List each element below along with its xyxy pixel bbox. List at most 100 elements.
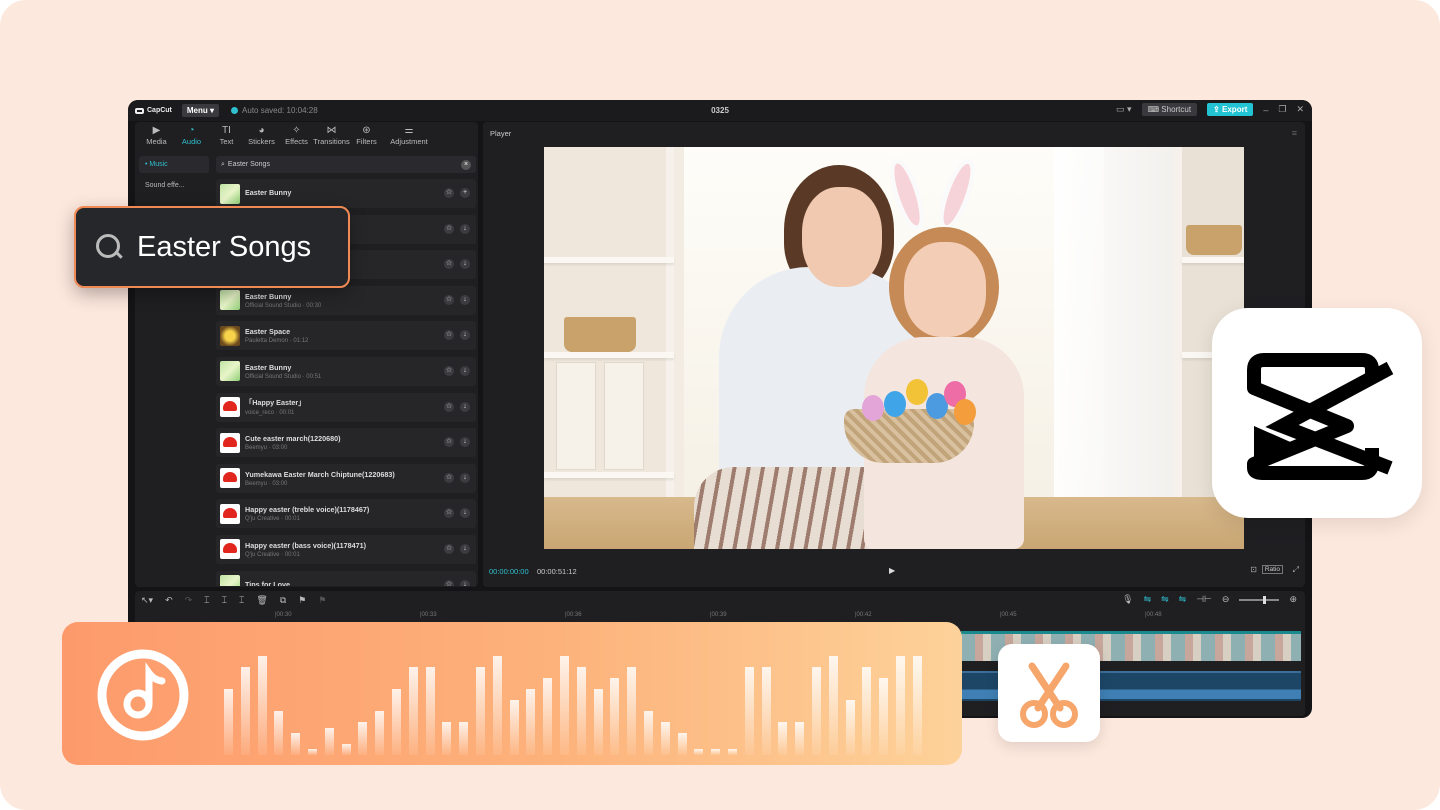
- player-menu-icon[interactable]: ≡: [1292, 128, 1297, 138]
- song-item[interactable]: Happy easter (bass voice)(1178471) Q'ju C…: [216, 534, 476, 564]
- favorite-icon[interactable]: ☆: [444, 437, 454, 448]
- download-icon[interactable]: ↓: [460, 294, 470, 305]
- waveform-bar: [728, 749, 737, 755]
- split-icon[interactable]: ⌶: [204, 595, 209, 606]
- favorite-icon[interactable]: ☆: [444, 508, 454, 519]
- waveform-bar: [912, 656, 922, 755]
- tab-transitions[interactable]: ⋈ Transitions: [313, 125, 349, 152]
- waveform-bar: [240, 667, 250, 755]
- undo-icon[interactable]: ↶: [165, 595, 173, 606]
- microphone-icon[interactable]: 🎙: [1122, 594, 1133, 605]
- asset-panel: ▶ Media ◔ Audio TI Text ◕ Stickers ✧ Effects …: [135, 122, 478, 587]
- song-subtitle: Pauletta Demon · 01:12: [245, 338, 309, 345]
- play-icon[interactable]: ▶: [889, 566, 895, 575]
- fit-screen-icon[interactable]: ⊡: [1250, 565, 1257, 574]
- song-item[interactable]: Easter Bunny Official Sound Studio · 00:3…: [216, 285, 476, 315]
- split-left-icon[interactable]: ⌶: [222, 595, 227, 606]
- layout-icon[interactable]: ▭ ▾: [1116, 104, 1132, 115]
- zoom-slider[interactable]: [1239, 595, 1280, 604]
- tab-label: Effects: [285, 137, 308, 146]
- close-icon[interactable]: ✕: [1296, 104, 1304, 115]
- sidebar-item-sound-effects[interactable]: Sound effe...: [139, 177, 209, 194]
- song-actions: ☆ ↓: [444, 472, 470, 483]
- song-item[interactable]: Easter Bunny Official Sound Studio · 00:5…: [216, 356, 476, 386]
- ruler-tick: |00:45: [1000, 612, 1017, 618]
- export-label: Export: [1222, 105, 1248, 114]
- search-input[interactable]: ⌕ Easter Songs ×: [216, 156, 476, 173]
- download-icon[interactable]: ↓: [460, 437, 470, 448]
- photo-curtain: [1054, 147, 1194, 507]
- song-item[interactable]: Easter Bunny ☆ +: [216, 179, 476, 208]
- favorite-icon[interactable]: ☆: [444, 401, 454, 412]
- link-preview-icon[interactable]: ⇋: [1179, 594, 1187, 605]
- song-title: Easter Bunny: [245, 291, 292, 301]
- clear-icon[interactable]: ×: [461, 159, 471, 170]
- egg: [862, 395, 884, 421]
- photo-child-face: [904, 242, 986, 337]
- song-item[interactable]: Yumekawa Easter March Chiptune(1220683) B…: [216, 463, 476, 493]
- download-icon[interactable]: ↓: [460, 365, 470, 376]
- favorite-icon[interactable]: ☆: [444, 543, 454, 554]
- song-item[interactable]: Cute easter march(1220680) Beemyu · 03:00…: [216, 428, 476, 458]
- download-icon[interactable]: ↓: [460, 259, 470, 270]
- download-icon[interactable]: ↓: [460, 579, 470, 586]
- delete-icon[interactable]: 🗑: [256, 595, 267, 606]
- tab-audio[interactable]: ◔ Audio: [174, 125, 209, 152]
- ratio-button[interactable]: Ratio: [1261, 565, 1283, 574]
- redo-icon[interactable]: ↷: [185, 595, 193, 606]
- download-icon[interactable]: ↓: [460, 330, 470, 341]
- download-icon[interactable]: ↓: [460, 223, 470, 234]
- download-icon[interactable]: ↓: [460, 401, 470, 412]
- split-right-icon[interactable]: ⌶: [239, 595, 244, 606]
- song-item[interactable]: 「Happy Easter」 voice_reco · 00:01 ☆ ↓: [216, 392, 476, 422]
- project-title: 0325: [711, 106, 729, 115]
- link-snap-icon[interactable]: ⇋: [1161, 594, 1169, 605]
- waveform-bar: [845, 700, 855, 755]
- download-icon[interactable]: ↓: [460, 543, 470, 554]
- tab-stickers[interactable]: ◕ Stickers: [244, 125, 279, 152]
- zoom-in-icon[interactable]: ⊕: [1289, 594, 1297, 605]
- download-icon[interactable]: ↓: [460, 472, 470, 483]
- favorite-icon[interactable]: ☆: [444, 579, 454, 586]
- tab-text[interactable]: TI Text: [209, 125, 244, 152]
- favorite-icon[interactable]: ☆: [444, 223, 454, 234]
- audio-icon: ◔: [188, 125, 195, 136]
- menu-button[interactable]: Menu ▾: [181, 104, 220, 117]
- tab-media[interactable]: ▶ Media: [139, 125, 174, 152]
- shortcut-button[interactable]: ⌨ Shortcut: [1141, 103, 1198, 116]
- song-item[interactable]: Happy easter (treble voice)(1178467) Q'ju…: [216, 499, 476, 529]
- song-item[interactable]: Tips for Love ☆ ↓: [216, 570, 476, 586]
- link-main-icon[interactable]: ⇋: [1144, 594, 1152, 605]
- fullscreen-icon[interactable]: ⤢: [1293, 565, 1299, 575]
- timeline-right-tools: 🎙 ⇋ ⇋ ⇋ ⊣⊢ ⊖ ⊕: [1122, 594, 1297, 605]
- restore-icon[interactable]: ❐: [1278, 104, 1286, 115]
- download-icon[interactable]: ↓: [460, 508, 470, 519]
- song-subtitle: Q'ju Creative · 00:01: [245, 516, 300, 523]
- audio-banner: [62, 622, 962, 765]
- tab-adjustment[interactable]: ⚌ Adjustment: [384, 125, 434, 152]
- song-item[interactable]: Easter Space Pauletta Demon · 01:12 ☆ ↓: [216, 321, 476, 351]
- favorite-icon[interactable]: ☆: [444, 294, 454, 305]
- favorite-icon[interactable]: ☆: [444, 472, 454, 483]
- tab-label: Text: [219, 137, 234, 146]
- zoom-out-icon[interactable]: ⊖: [1222, 594, 1230, 605]
- add-icon[interactable]: +: [460, 188, 470, 198]
- marker-icon[interactable]: ⚑: [298, 595, 306, 606]
- favorite-icon[interactable]: ☆: [444, 330, 454, 341]
- sidebar-item-music[interactable]: • Music: [139, 156, 209, 173]
- favorite-icon[interactable]: ☆: [444, 365, 454, 376]
- favorite-icon[interactable]: ☆: [444, 259, 454, 270]
- freeze-icon[interactable]: ⧉: [280, 595, 286, 606]
- favorite-icon[interactable]: ☆: [444, 188, 454, 198]
- export-button[interactable]: ⇪ Export: [1207, 103, 1254, 116]
- minimize-icon[interactable]: –: [1263, 105, 1268, 115]
- song-actions: ☆ ↓: [444, 223, 470, 234]
- photo-shelf: [1182, 257, 1244, 263]
- marker-off-icon[interactable]: ⚑: [318, 595, 326, 606]
- split-view-icon[interactable]: ⊣⊢: [1196, 594, 1212, 605]
- tab-effects[interactable]: ✧ Effects: [279, 125, 314, 152]
- cloud-icon: [231, 107, 239, 114]
- select-icon[interactable]: ↖▾: [141, 595, 153, 606]
- current-time: 00:00:00:00: [489, 567, 529, 576]
- tab-filters[interactable]: ⊛ Filters: [349, 125, 384, 152]
